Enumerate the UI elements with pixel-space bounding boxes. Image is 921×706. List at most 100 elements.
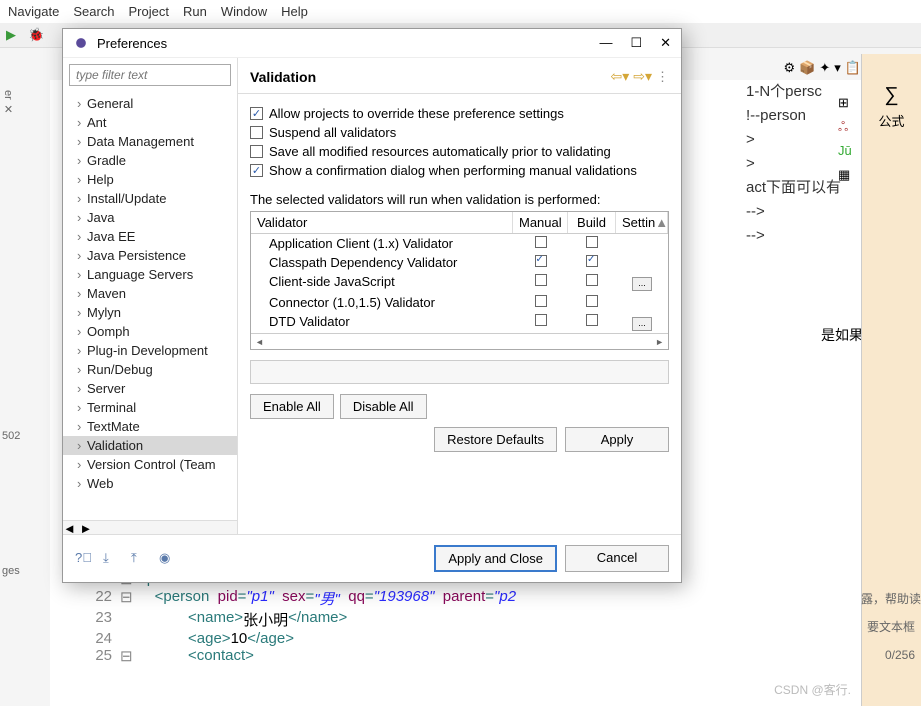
maximize-icon[interactable]: ☐ — [630, 35, 642, 51]
tool-icon[interactable]: ஃ — [838, 119, 856, 137]
minimize-icon[interactable]: — — [599, 35, 612, 51]
tree-item[interactable]: Maven — [63, 284, 237, 303]
checkbox[interactable] — [535, 236, 547, 248]
help-icon[interactable]: ?⃝ — [75, 550, 93, 568]
run-icon[interactable]: ▶ — [6, 27, 22, 43]
junit-icon[interactable]: Jū — [838, 143, 856, 161]
line-number: 23 — [50, 609, 120, 630]
tree-item[interactable]: Install/Update — [63, 189, 237, 208]
bg-text: act下面可以有 — [746, 176, 841, 200]
tree-item[interactable]: Java EE — [63, 227, 237, 246]
checkbox[interactable] — [586, 236, 598, 248]
tree-item[interactable]: Run/Debug — [63, 360, 237, 379]
preferences-dialog: Preferences — ☐ ✕ GeneralAntData Managem… — [62, 28, 682, 583]
debug-icon[interactable]: 🐞 — [28, 27, 44, 43]
apply-close-button[interactable]: Apply and Close — [434, 545, 557, 572]
tree-scrollbar[interactable]: ◄ ► — [63, 520, 237, 534]
tree-item[interactable]: Java Persistence — [63, 246, 237, 265]
menu-window[interactable]: Window — [221, 4, 267, 19]
menu-run[interactable]: Run — [183, 4, 207, 19]
import-icon[interactable]: ⤓ — [103, 550, 121, 568]
checkbox[interactable] — [586, 274, 598, 286]
back-icon[interactable]: ⇦▾ — [610, 68, 629, 85]
bg-text: --> — [746, 200, 841, 224]
table-row[interactable]: Classpath Dependency Validator — [251, 253, 668, 272]
checkbox[interactable] — [250, 164, 263, 177]
close-icon[interactable]: ✕ — [660, 35, 671, 51]
hint-box — [250, 360, 669, 384]
preference-tree[interactable]: GeneralAntData ManagementGradleHelpInsta… — [63, 92, 237, 520]
menu-search[interactable]: Search — [73, 4, 114, 19]
tree-item[interactable]: Gradle — [63, 151, 237, 170]
table-row[interactable]: Client-side JavaScript... — [251, 272, 668, 293]
checkbox[interactable] — [535, 295, 547, 307]
side-hint: 露，帮助读 — [861, 590, 921, 607]
tree-item[interactable]: Oomph — [63, 322, 237, 341]
tree-item[interactable]: Java — [63, 208, 237, 227]
tree-item[interactable]: Terminal — [63, 398, 237, 417]
tool-icon[interactable]: ▦ — [838, 167, 856, 185]
tool-icon[interactable]: ▾ — [834, 60, 841, 76]
checkbox[interactable] — [535, 314, 547, 326]
tree-item[interactable]: Help — [63, 170, 237, 189]
tree-item[interactable]: Plug-in Development — [63, 341, 237, 360]
tree-item[interactable]: Server — [63, 379, 237, 398]
menu-icon[interactable]: ⋮ — [656, 69, 669, 85]
tree-item[interactable]: Web — [63, 474, 237, 493]
col-manual[interactable]: Manual — [513, 212, 568, 233]
outline-icon[interactable]: ⊞ — [838, 95, 856, 113]
filter-input[interactable] — [69, 64, 231, 86]
tree-item[interactable]: Validation — [63, 436, 237, 455]
table-scrollbar[interactable] — [251, 333, 668, 349]
tool-icon[interactable]: 📋 — [845, 60, 861, 76]
char-count: 0/256 — [861, 648, 921, 662]
validator-desc: The selected validators will run when va… — [250, 192, 669, 207]
view-tab[interactable]: er ✕ — [2, 90, 15, 116]
tree-item[interactable]: Ant — [63, 113, 237, 132]
apply-button[interactable]: Apply — [565, 427, 669, 452]
enable-all-button[interactable]: Enable All — [250, 394, 334, 419]
col-validator[interactable]: Validator — [251, 212, 513, 233]
checkbox[interactable] — [586, 314, 598, 326]
checkbox[interactable] — [535, 274, 547, 286]
forward-icon[interactable]: ⇨▾ — [633, 68, 652, 85]
tree-item[interactable]: Data Management — [63, 132, 237, 151]
cancel-button[interactable]: Cancel — [565, 545, 669, 572]
bg-text: > — [746, 152, 841, 176]
menu-navigate[interactable]: Navigate — [8, 4, 59, 19]
option-row: Save all modified resources automaticall… — [250, 144, 669, 159]
disable-all-button[interactable]: Disable All — [340, 394, 427, 419]
tool-icon[interactable]: ✦ — [819, 60, 830, 76]
table-row[interactable]: DTD Validator... — [251, 312, 668, 333]
checkbox[interactable] — [250, 145, 263, 158]
dialog-footer: ?⃝ ⤓ ⤒ ◉ Apply and Close Cancel — [63, 534, 681, 582]
line-number: 25 — [50, 647, 120, 665]
tool-icon[interactable]: 📦 — [799, 60, 815, 76]
restore-defaults-button[interactable]: Restore Defaults — [434, 427, 557, 452]
col-settings[interactable]: Settin▲ — [616, 212, 668, 233]
menu-help[interactable]: Help — [281, 4, 308, 19]
tree-item[interactable]: TextMate — [63, 417, 237, 436]
menu-project[interactable]: Project — [129, 4, 169, 19]
tool-icon[interactable]: ⚙ — [784, 60, 796, 76]
col-build[interactable]: Build — [568, 212, 616, 233]
tree-item[interactable]: Version Control (Team — [63, 455, 237, 474]
settings-button[interactable]: ... — [632, 317, 652, 331]
line-marker: 502 — [2, 430, 20, 442]
tree-item[interactable]: Mylyn — [63, 303, 237, 322]
export-icon[interactable]: ⤒ — [131, 550, 149, 568]
record-icon[interactable]: ◉ — [159, 550, 177, 568]
checkbox[interactable] — [586, 255, 598, 267]
tree-item[interactable]: General — [63, 94, 237, 113]
table-row[interactable]: Application Client (1.x) Validator — [251, 234, 668, 253]
settings-button[interactable]: ... — [632, 277, 652, 291]
table-row[interactable]: Connector (1.0,1.5) Validator — [251, 293, 668, 312]
checkbox[interactable] — [535, 255, 547, 267]
checkbox[interactable] — [250, 126, 263, 139]
sigma-icon[interactable]: ∑ — [862, 84, 921, 107]
tree-item[interactable]: Language Servers — [63, 265, 237, 284]
checkbox[interactable] — [586, 295, 598, 307]
option-label: Save all modified resources automaticall… — [269, 144, 611, 159]
checkbox[interactable] — [250, 107, 263, 120]
right-sidebar: ∑ 公式 — [861, 54, 921, 706]
